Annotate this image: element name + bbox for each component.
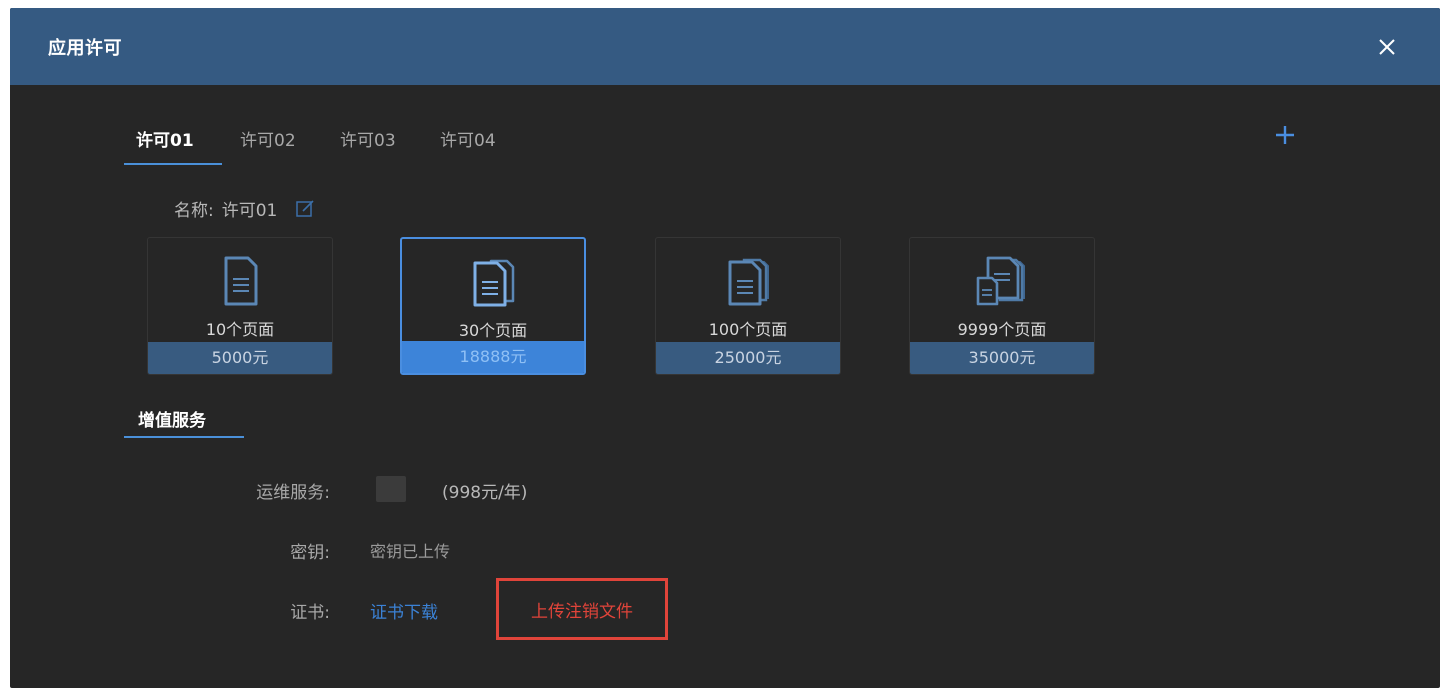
certificate-label: 证书: [290,603,330,623]
key-label: 密钥: [290,543,330,563]
upload-cancel-highlight: 上传注销文件 [496,578,668,640]
tab-license-03[interactable]: 许可03 [340,126,396,161]
add-license-button[interactable] [1272,122,1298,148]
license-dialog: 应用许可 许可01 许可02 许可03 许可04 名称: 许可01 10个页面 … [10,8,1440,688]
multi-document-icon [473,259,515,307]
license-name-row: 名称: 许可01 [174,196,315,221]
active-tab-indicator [124,163,222,165]
plan-pages: 100个页面 [708,320,788,339]
plan-pages: 30个页面 [458,321,528,340]
plan-card-30-pages[interactable]: 30个页面 18888元 [400,237,586,375]
plan-pages: 10个页面 [205,320,275,339]
plus-icon [1276,126,1294,144]
value-added-section-title: 增值服务 [138,411,206,431]
plan-card-10-pages[interactable]: 10个页面 5000元 [147,237,333,375]
plan-price: 35000元 [910,342,1094,374]
plan-price: 18888元 [402,341,584,373]
tab-license-02[interactable]: 许可02 [240,126,296,161]
plan-card-100-pages[interactable]: 100个页面 25000元 [655,237,841,375]
ops-service-checkbox[interactable] [376,476,406,502]
close-button[interactable] [1372,32,1402,62]
section-title-underline [124,436,244,438]
plan-pages: 9999个页面 [957,320,1047,339]
edit-icon[interactable] [295,199,315,219]
plan-price: 5000元 [148,342,332,374]
dialog-header: 应用许可 [10,8,1440,85]
tab-license-04[interactable]: 许可04 [440,126,496,161]
close-icon [1379,39,1395,55]
license-name-value: 许可01 [221,201,278,221]
ops-service-label: 运维服务: [256,483,330,503]
stacked-documents-icon [728,258,769,306]
ops-service-price: (998元/年) [442,483,528,503]
single-document-icon [224,256,258,306]
certificate-download-link[interactable]: 证书下载 [370,598,438,623]
name-label: 名称: [174,201,214,221]
key-status: 密钥已上传 [370,542,451,561]
upload-cancel-file-link[interactable]: 上传注销文件 [531,597,633,622]
plan-price: 25000元 [656,342,840,374]
dialog-title: 应用许可 [48,38,122,59]
many-documents-icon [976,256,1025,306]
plan-card-9999-pages[interactable]: 9999个页面 35000元 [909,237,1095,375]
tab-license-01[interactable]: 许可01 [136,126,194,161]
